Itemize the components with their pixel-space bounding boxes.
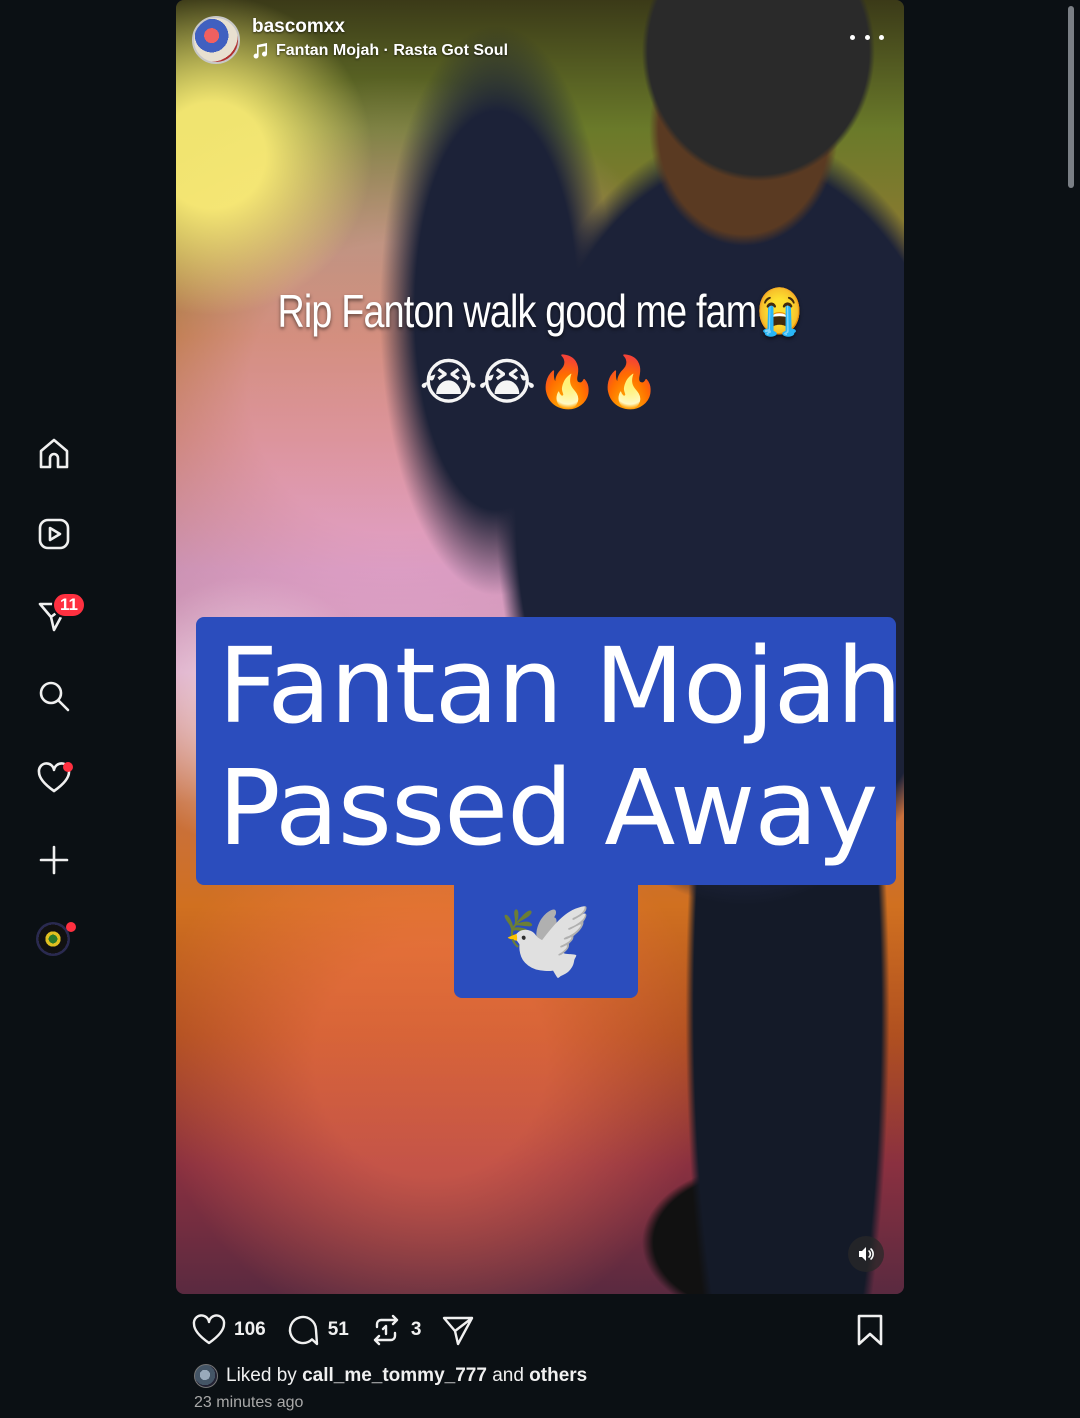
nav-search[interactable] <box>30 672 78 720</box>
overlay-caption: Rip Fanton walk good me fam😭 <box>277 285 803 337</box>
nav-reels[interactable] <box>30 510 78 558</box>
share-button[interactable] <box>441 1313 475 1347</box>
post-header: bascomxx Fantan Mojah · Rasta Got Soul <box>192 14 888 74</box>
dot-icon <box>850 34 855 40</box>
like-count[interactable]: 106 <box>234 1319 266 1341</box>
messages-badge: 11 <box>52 592 86 618</box>
app-root: 11 bascomxx Fantan Mojah · Rasta Got Sou… <box>0 0 1080 1418</box>
liked-by-middle: and <box>492 1365 524 1386</box>
audio-track[interactable]: Fantan Mojah · Rasta Got Soul <box>252 42 508 60</box>
nav-home[interactable] <box>30 430 78 478</box>
page-scrollbar[interactable] <box>1068 6 1074 188</box>
share-icon <box>443 1316 474 1346</box>
liked-by-line: Liked by call_me_tommy_777 and others <box>194 1364 587 1388</box>
plus-icon <box>39 845 69 875</box>
headline-line-2: Passed Away <box>218 747 878 869</box>
post-media[interactable]: bascomxx Fantan Mojah · Rasta Got Soul R… <box>176 0 904 1294</box>
save-button[interactable] <box>852 1310 888 1350</box>
liker-avatar[interactable] <box>194 1364 218 1388</box>
nav-notifications[interactable] <box>30 754 78 802</box>
nav-profile-avatar[interactable] <box>36 922 70 956</box>
author-username[interactable]: bascomxx <box>252 16 508 38</box>
dot-icon <box>864 34 870 40</box>
home-icon <box>39 438 69 469</box>
sidebar-nav: 11 <box>0 0 110 1418</box>
repost-button[interactable]: 3 <box>369 1313 422 1347</box>
sound-toggle-button[interactable] <box>848 1236 884 1272</box>
heart-icon <box>192 1314 226 1345</box>
music-note-icon <box>253 43 268 59</box>
audio-label: Fantan Mojah · Rasta Got Soul <box>276 42 509 59</box>
author-meta: bascomxx Fantan Mojah · Rasta Got Soul <box>252 16 508 60</box>
liked-by-others[interactable]: others <box>529 1365 587 1387</box>
profile-dot <box>66 922 76 932</box>
bookmark-icon <box>857 1314 883 1346</box>
comment-icon <box>288 1315 318 1346</box>
repost-count[interactable]: 3 <box>411 1319 422 1341</box>
post-timestamp: 23 minutes ago <box>194 1394 304 1411</box>
comment-count[interactable]: 51 <box>328 1319 349 1341</box>
reels-icon <box>38 518 70 550</box>
post-actions: 106 51 3 <box>192 1310 892 1350</box>
dot-icon <box>879 34 884 40</box>
comment-button[interactable]: 51 <box>286 1313 349 1347</box>
speaker-icon <box>859 1247 874 1261</box>
more-options-button[interactable] <box>850 28 884 46</box>
headline-banner: Fantan Mojah Passed Away <box>196 617 902 885</box>
dove-emoji-box: 🕊️ <box>454 880 638 998</box>
nav-create[interactable] <box>30 836 78 884</box>
liked-by-prefix: Liked by <box>226 1365 297 1386</box>
overlay-emojis: 😭😭🔥🔥 <box>419 353 661 411</box>
headline-line-1: Fantan Mojah <box>218 625 902 747</box>
author-avatar[interactable] <box>192 16 240 64</box>
like-button[interactable]: 106 <box>192 1313 266 1347</box>
repost-icon <box>373 1314 399 1346</box>
search-icon <box>39 681 70 712</box>
notification-dot <box>63 762 73 772</box>
liked-by-user[interactable]: call_me_tommy_777 <box>302 1365 487 1387</box>
